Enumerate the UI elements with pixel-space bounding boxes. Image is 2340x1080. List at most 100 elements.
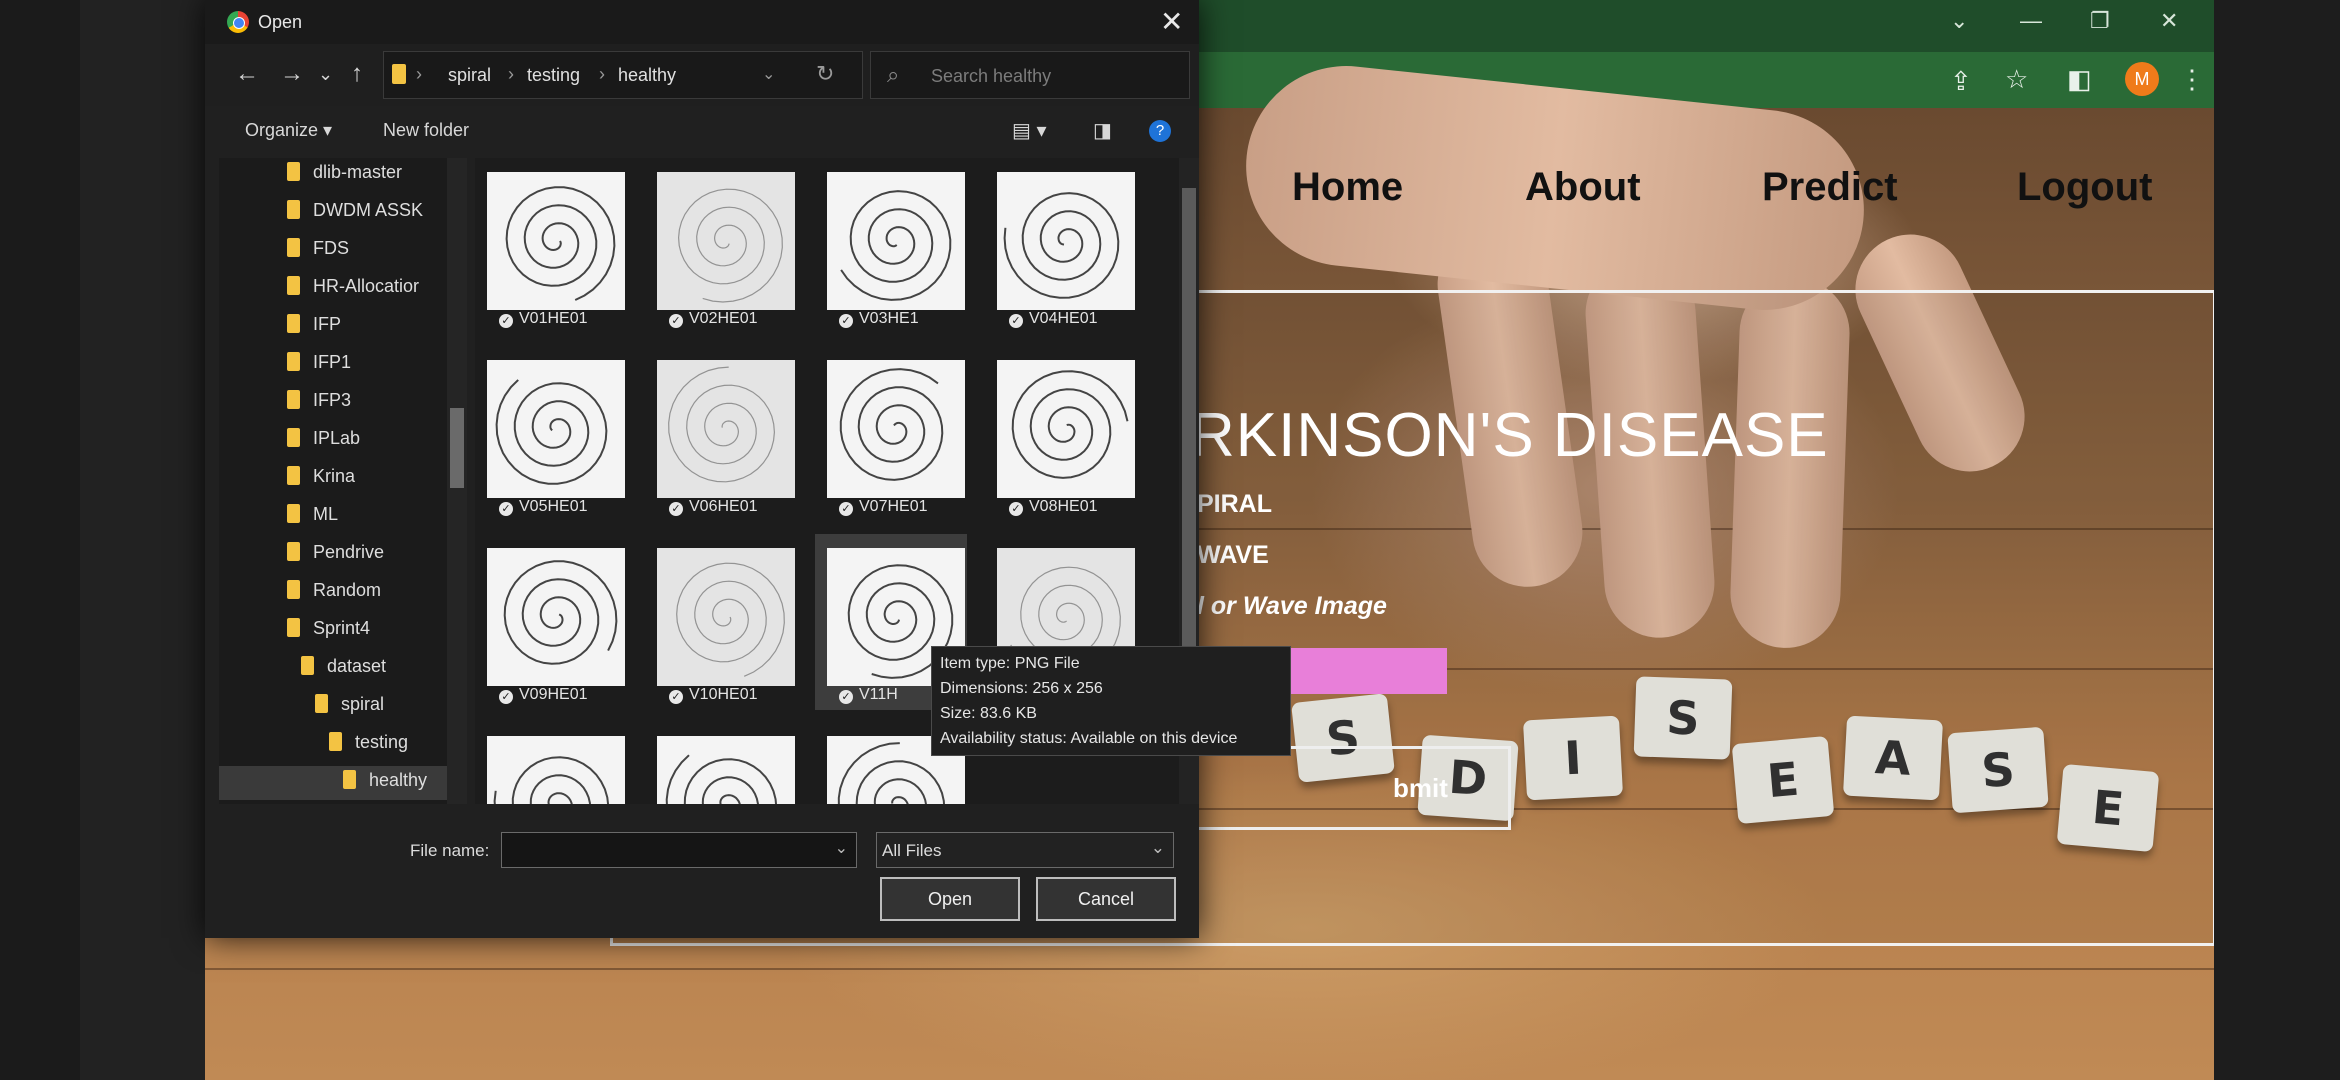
recent-locations-icon[interactable]: ⌄	[318, 64, 333, 85]
folder-icon	[329, 732, 342, 751]
file-name-label: ✓ V10HE01	[659, 686, 809, 704]
scrollbar-thumb[interactable]	[450, 408, 464, 488]
organize-menu[interactable]: Organize ▾	[245, 120, 332, 141]
breadcrumb-spiral[interactable]: spiral	[448, 65, 491, 86]
tree-item-label: Sprint4	[313, 618, 371, 638]
nav-logout[interactable]: Logout	[2017, 165, 2153, 210]
tree-item-iplab[interactable]: IPLab	[287, 428, 360, 462]
chevron-down-icon[interactable]: ⌄	[1151, 838, 1165, 858]
spiral-drawing-image	[827, 360, 965, 498]
sync-status-icon: ✓	[839, 690, 853, 704]
folder-icon	[287, 542, 300, 561]
refresh-icon[interactable]: ↻	[816, 61, 834, 87]
right-letterbox	[2214, 0, 2340, 1080]
tree-item-label: IPLab	[313, 428, 361, 448]
file-thumbnail[interactable]	[645, 722, 797, 804]
search-input[interactable]: Search healthy	[931, 66, 1051, 87]
search-box[interactable]: ⌕ Search healthy	[870, 51, 1190, 99]
file-name-field[interactable]: ⌄	[501, 832, 857, 868]
tree-item-healthy[interactable]: healthy	[219, 766, 461, 800]
folder-icon	[287, 390, 300, 409]
tree-item-dataset[interactable]: dataset	[301, 656, 386, 690]
file-thumbnail[interactable]: ✓ V05HE01	[475, 346, 627, 522]
folder-icon	[287, 352, 300, 371]
forward-arrow-icon[interactable]: →	[280, 60, 304, 88]
file-thumbnail[interactable]: ✓ V01HE01	[475, 158, 627, 334]
sidebar-icon[interactable]: ◧	[2067, 64, 2092, 95]
submit-button[interactable]: bmit	[1165, 746, 1511, 830]
tree-item-spiral[interactable]: spiral	[315, 694, 384, 728]
file-thumbnail[interactable]: ✓ V04HE01	[985, 158, 1137, 334]
star-icon[interactable]: ☆	[2005, 64, 2028, 95]
file-name-label: ✓ V04HE01	[999, 310, 1149, 328]
upload-prompt: l or Wave Image	[1197, 592, 1387, 620]
file-thumbnail[interactable]: ✓ V08HE01	[985, 346, 1137, 522]
file-thumbnail[interactable]	[475, 722, 627, 804]
file-name-text: V04HE01	[1029, 310, 1098, 327]
tree-item-dlib-master[interactable]: dlib-master	[287, 162, 402, 196]
file-type-select[interactable]: All Files ⌄	[876, 832, 1174, 868]
tree-item-random[interactable]: Random	[287, 580, 381, 614]
preview-pane-icon[interactable]: ◨	[1093, 118, 1112, 143]
folder-icon	[287, 618, 300, 637]
breadcrumb-testing[interactable]: testing	[527, 65, 580, 86]
minimize-icon[interactable]: —	[2020, 8, 2042, 34]
open-button[interactable]: Open	[880, 877, 1020, 921]
file-name-text: V08HE01	[1029, 498, 1098, 515]
tree-item-label: IFP	[313, 314, 342, 334]
folder-icon	[287, 428, 300, 447]
tree-item-label: HR-Allocatior	[313, 276, 420, 296]
tree-item-ml[interactable]: ML	[287, 504, 338, 538]
spiral-drawing-image	[827, 172, 965, 310]
option-spiral-label[interactable]: PIRAL	[1197, 490, 1272, 519]
file-thumbnail[interactable]: ✓ V03HE1	[815, 158, 967, 334]
file-name-text: V10HE01	[689, 686, 758, 703]
tree-item-krina[interactable]: Krina	[287, 466, 355, 500]
nav-home[interactable]: Home	[1292, 165, 1403, 210]
file-thumbnail[interactable]: ✓ V02HE01	[645, 158, 797, 334]
file-name-text: V05HE01	[519, 498, 588, 515]
close-icon[interactable]: ✕	[1160, 5, 1183, 38]
dialog-titlebar: Open ✕	[205, 0, 1199, 44]
tree-item-hr-allocation[interactable]: HR-Allocatior	[287, 276, 419, 310]
chevron-down-icon[interactable]: ⌄	[835, 838, 848, 858]
tree-item-pendrive[interactable]: Pendrive	[287, 542, 384, 576]
option-wave-label[interactable]: WAVE	[1197, 541, 1269, 570]
tree-item-label: Random	[313, 580, 382, 600]
cancel-button[interactable]: Cancel	[1036, 877, 1176, 921]
nav-about[interactable]: About	[1525, 165, 1641, 210]
close-window-icon[interactable]: ✕	[2160, 8, 2178, 34]
sync-status-icon: ✓	[499, 502, 513, 516]
avatar[interactable]: M	[2125, 62, 2159, 96]
back-arrow-icon[interactable]: ←	[235, 60, 259, 88]
tree-item-testing[interactable]: testing	[329, 732, 408, 766]
sync-status-icon: ✓	[669, 502, 683, 516]
menu-icon[interactable]: ⋮	[2179, 64, 2205, 95]
tree-item-sprint4[interactable]: Sprint4	[287, 618, 370, 652]
tree-item-ifp3[interactable]: IFP3	[287, 390, 351, 424]
tree-item-ifp[interactable]: IFP	[287, 314, 341, 348]
chevron-down-icon[interactable]: ⌄	[762, 64, 775, 84]
file-thumbnail[interactable]: ✓ V09HE01	[475, 534, 627, 710]
file-thumbnail[interactable]: ✓ V06HE01	[645, 346, 797, 522]
tree-scrollbar[interactable]	[447, 158, 467, 804]
tree-item-ifp1[interactable]: IFP1	[287, 352, 351, 386]
address-bar[interactable]: › spiral › testing › healthy ⌄ ↻	[383, 51, 863, 99]
view-options-icon[interactable]: ▤ ▾	[1012, 118, 1047, 143]
tree-item-label: testing	[355, 732, 409, 752]
file-name-label: ✓ V07HE01	[829, 498, 979, 516]
spiral-drawing-image	[487, 172, 625, 310]
up-arrow-icon[interactable]: ↑	[351, 60, 363, 88]
file-name-text: V11H	[859, 686, 898, 703]
restore-icon[interactable]: ❐	[2090, 8, 2110, 34]
tab-search-icon[interactable]: ⌄	[1950, 8, 1968, 34]
file-thumbnail[interactable]: ✓ V07HE01	[815, 346, 967, 522]
new-folder-button[interactable]: New folder	[383, 120, 469, 141]
file-thumbnail[interactable]: ✓ V10HE01	[645, 534, 797, 710]
tree-item-dwdm[interactable]: DWDM ASSK	[287, 200, 423, 234]
help-icon[interactable]: ?	[1149, 120, 1171, 142]
nav-predict[interactable]: Predict	[1762, 165, 1898, 210]
share-icon[interactable]: ⇪	[1950, 66, 1972, 97]
tree-item-fds[interactable]: FDS	[287, 238, 349, 272]
breadcrumb-healthy[interactable]: healthy	[618, 65, 676, 86]
